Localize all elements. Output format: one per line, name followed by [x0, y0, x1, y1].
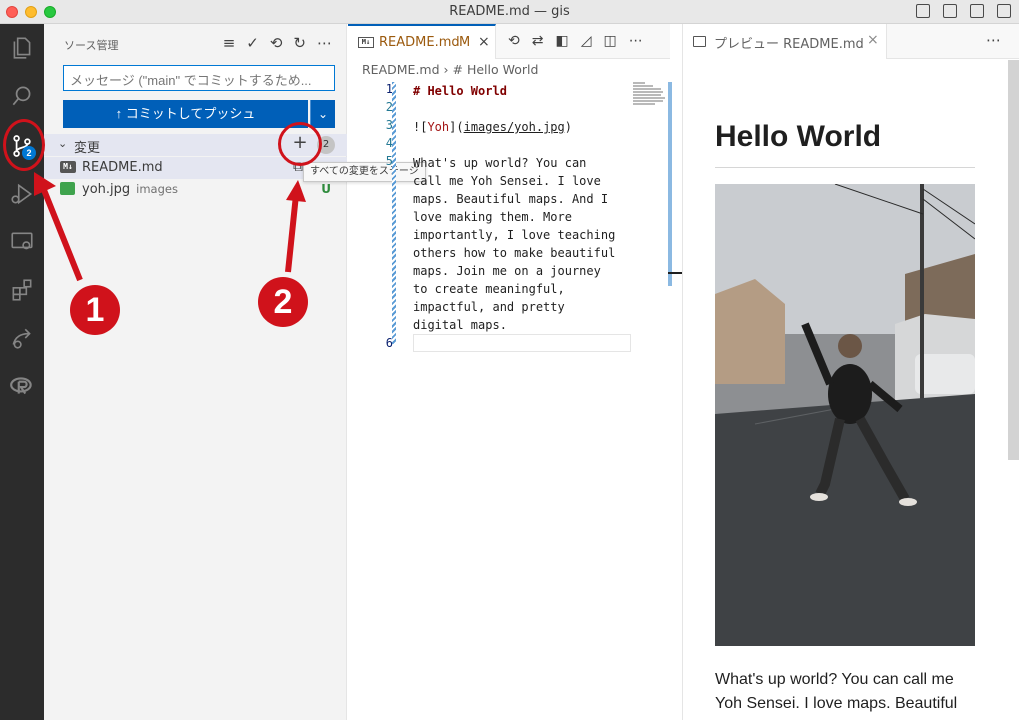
preview-tab-bar: プレビュー README.md × ⋯ [683, 24, 1019, 59]
line-number: 4 [385, 136, 393, 150]
open-preview-icon[interactable]: ◧ [555, 33, 568, 49]
more-actions-icon[interactable]: ⋯ [317, 34, 332, 52]
code-line: to create meaningful, [413, 282, 565, 296]
tab-label: プレビュー README.md [714, 37, 864, 52]
current-line-highlight [413, 334, 631, 352]
remote-explorer-icon[interactable] [6, 226, 38, 258]
editor-tab-bar: M↓ README.md M × ⟲ ⇄ ◧ ◿ ◫ ⋯ [348, 24, 670, 59]
r-language-icon[interactable] [6, 370, 38, 402]
commit-message-input[interactable]: メッセージ ("main" でコミットするため... [63, 65, 335, 91]
breadcrumb[interactable]: README.md › # Hello World [362, 62, 538, 77]
view-as-tree-icon[interactable]: ≡ [223, 34, 236, 52]
toggle-primary-sidebar-icon[interactable] [916, 4, 930, 18]
tab-preview-readme[interactable]: プレビュー README.md × [683, 24, 887, 59]
title-bar: README.md — gis [0, 0, 1019, 24]
refresh-icon[interactable]: ↻ [293, 34, 306, 52]
image-file-icon [60, 182, 75, 195]
preview-image [715, 184, 975, 646]
file-directory: images [136, 182, 178, 196]
toggle-secondary-sidebar-icon[interactable] [970, 4, 984, 18]
format-icon[interactable]: ◿ [581, 33, 592, 49]
commit-check-icon[interactable]: ✓ [246, 34, 259, 52]
code-line: importantly, I love teaching [413, 228, 616, 242]
breadcrumb-symbol[interactable]: # Hello World [453, 62, 539, 77]
tab-readme-md[interactable]: M↓ README.md M × [348, 24, 496, 59]
annotation-number-one: 1 [70, 285, 120, 335]
annotation-circle-source-control [3, 119, 45, 171]
file-name: yoh.jpg images [82, 182, 178, 197]
preview-scrollbar[interactable] [1008, 60, 1019, 460]
changed-file-row[interactable]: yoh.jpg images U [44, 179, 347, 201]
code-line: digital maps. [413, 318, 507, 332]
scroll-position-marker [668, 272, 682, 274]
code-line: maps. Beautiful maps. And I [413, 192, 609, 206]
tab-label: README.md [379, 35, 460, 50]
code-line: maps. Join me on a journey [413, 264, 601, 278]
breadcrumb-file[interactable]: README.md [362, 62, 440, 77]
annotation-number-two: 2 [258, 277, 308, 327]
markdown-file-icon: M↓ [358, 37, 374, 48]
preview-icon [693, 36, 706, 47]
source-control-title: ソース管理 [64, 39, 119, 52]
line-number: 6 [385, 336, 393, 350]
file-status-untracked: U [321, 182, 331, 196]
tab-modified-indicator: M [459, 35, 471, 50]
line-number: 5 [385, 154, 393, 168]
explorer-icon[interactable] [6, 32, 38, 64]
customize-layout-icon[interactable] [997, 4, 1011, 18]
file-name: README.md [82, 160, 163, 175]
commit-dropdown-button[interactable]: ⌄ [310, 100, 335, 128]
split-editor-icon[interactable]: ◫ [603, 33, 616, 49]
line-number: 3 [385, 118, 393, 132]
code-line: call me Yoh Sensei. I love [413, 174, 601, 188]
preview-heading: Hello World [715, 120, 882, 153]
modified-lines-indicator [392, 82, 396, 344]
toggle-panel-icon[interactable] [943, 4, 957, 18]
markdown-file-icon: M↓ [60, 161, 76, 173]
window-title: README.md — gis [449, 4, 570, 19]
markdown-preview: Hello World What's up world? You can cal… [683, 60, 1019, 720]
code-line: What's up world? You can [413, 156, 587, 170]
heading-rule [715, 167, 975, 168]
close-icon[interactable]: × [478, 34, 490, 50]
preview-paragraph: What's up world? You can call me Yoh Sen… [715, 671, 958, 712]
code-line: others how to make beautiful [413, 246, 616, 260]
chevron-right-icon: › [443, 62, 453, 77]
more-actions-icon[interactable]: ⋯ [986, 31, 1001, 49]
minimap[interactable] [633, 82, 667, 112]
close-icon[interactable]: × [867, 32, 879, 48]
history-icon[interactable]: ⟲ [270, 34, 283, 52]
editor-scrollbar[interactable] [668, 82, 672, 286]
more-actions-icon[interactable]: ⋯ [629, 33, 643, 49]
line-number: 2 [385, 100, 393, 114]
run-debug-icon[interactable] [6, 178, 38, 210]
live-share-icon[interactable] [6, 322, 38, 354]
line-number: 1 [385, 82, 393, 96]
extensions-icon[interactable] [6, 274, 38, 306]
compare-changes-icon[interactable]: ⇄ [532, 33, 544, 49]
code-line: impactful, and pretty [413, 300, 565, 314]
code-heading: # Hello World [413, 84, 507, 98]
code-image-link: ![Yoh](images/yoh.jpg) [413, 120, 572, 134]
code-line: love making them. More [413, 210, 572, 224]
commit-and-push-button[interactable]: ↑ コミットしてプッシュ [63, 100, 308, 128]
chevron-down-icon: ⌄ [58, 137, 68, 150]
changes-label: 変更 [74, 141, 101, 156]
timeline-icon[interactable]: ⟲ [508, 33, 520, 49]
search-icon[interactable] [6, 80, 38, 112]
annotation-circle-stage-all [278, 122, 322, 166]
